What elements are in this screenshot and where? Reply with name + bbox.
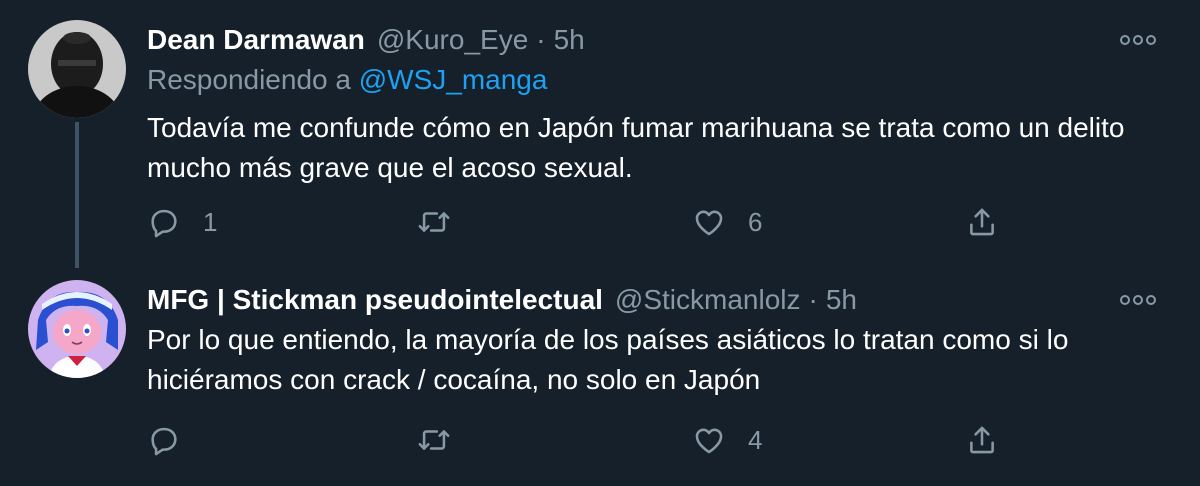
tweet-text: Por lo que entiendo, la mayoría de los p… xyxy=(147,324,1069,395)
like-count: 6 xyxy=(748,206,763,237)
retweet-button[interactable] xyxy=(417,418,473,462)
reply-mention-link[interactable]: @WSJ_manga xyxy=(359,64,548,95)
share-button[interactable] xyxy=(965,418,999,462)
like-button[interactable]: 4 xyxy=(692,418,762,462)
tweet[interactable]: Dean Darmawan @Kuro_Eye · 5h Respondiend… xyxy=(0,0,1200,268)
reply-count: 1 xyxy=(203,206,218,237)
retweet-icon xyxy=(418,430,450,450)
tweet-text: Todavía me confunde cómo en Japón fumar … xyxy=(147,112,1125,183)
author-handle[interactable]: @Stickmanlolz xyxy=(615,284,801,316)
more-icon[interactable] xyxy=(1120,290,1156,310)
separator: · xyxy=(808,284,818,315)
heart-icon xyxy=(695,428,723,454)
timestamp[interactable]: 5h xyxy=(826,284,857,316)
reply-context: Respondiendo a @WSJ_manga xyxy=(147,64,547,96)
author-name[interactable]: Dean Darmawan xyxy=(147,24,365,56)
avatar[interactable] xyxy=(28,20,126,118)
reply-icon xyxy=(151,427,177,456)
like-count: 4 xyxy=(748,424,763,455)
reply-button[interactable]: 1 xyxy=(147,200,217,244)
retweet-button[interactable] xyxy=(417,200,473,244)
retweet-icon xyxy=(418,212,450,232)
tweet-actions: 1 6 xyxy=(147,200,1017,244)
share-icon xyxy=(970,208,994,236)
share-button[interactable] xyxy=(965,200,999,244)
reply-icon xyxy=(151,209,177,238)
share-icon xyxy=(970,426,994,454)
tweet[interactable]: MFG | Stickman pseudointelectual @Stickm… xyxy=(0,268,1200,486)
author-name[interactable]: MFG | Stickman pseudointelectual xyxy=(147,284,603,316)
author-handle[interactable]: @Kuro_Eye xyxy=(377,24,528,56)
tweet-header: MFG | Stickman pseudointelectual @Stickm… xyxy=(147,280,857,320)
timestamp[interactable]: 5h xyxy=(554,24,585,56)
thread-connector xyxy=(75,122,79,268)
like-button[interactable]: 6 xyxy=(692,200,762,244)
tweet-thread: Dean Darmawan @Kuro_Eye · 5h Respondiend… xyxy=(0,0,1200,486)
tweet-actions: 4 xyxy=(147,418,1017,462)
separator: · xyxy=(536,24,546,55)
reply-button[interactable] xyxy=(147,418,203,462)
tweet-header: Dean Darmawan @Kuro_Eye · 5h xyxy=(147,20,585,60)
more-icon[interactable] xyxy=(1120,30,1156,50)
reply-prefix: Respondiendo a xyxy=(147,64,351,95)
heart-icon xyxy=(695,210,723,236)
avatar[interactable] xyxy=(28,280,126,378)
